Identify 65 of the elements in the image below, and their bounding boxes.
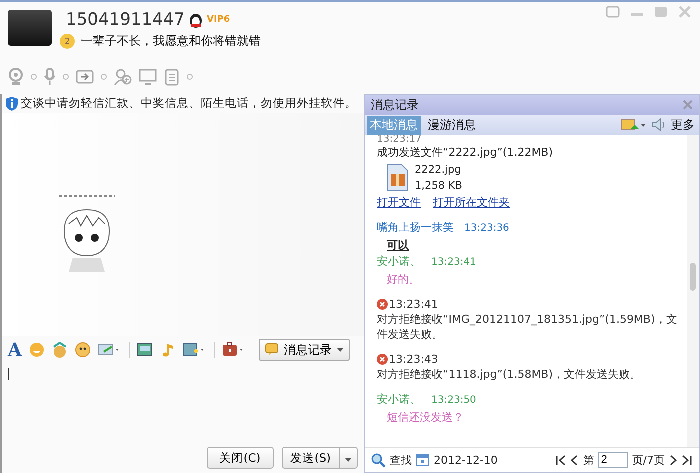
error-message: 对方拒绝接收“1118.jpg”(1.58MB)，文件发送失败。 — [377, 367, 642, 382]
error-time: 13:23:43 — [389, 352, 438, 367]
shake-icon[interactable] — [74, 342, 91, 358]
sender-line: 嘴角上扬一抹笑 13:23:36 — [377, 220, 510, 236]
skin-icon[interactable] — [606, 6, 620, 18]
add-contact-icon[interactable] — [114, 68, 132, 86]
error-time: 13:23:41 — [389, 297, 438, 312]
screen-share-icon[interactable] — [139, 69, 157, 85]
chat-bubble-icon — [264, 343, 279, 358]
avatar-photo — [8, 10, 52, 46]
file-size: 1,258 KB — [415, 179, 462, 194]
file-transfer-icon[interactable] — [76, 69, 94, 85]
search-icon[interactable] — [371, 452, 386, 468]
sender-line: 安小诺、 13:23:50 — [377, 392, 478, 408]
caret-icon — [345, 458, 352, 462]
speaker-icon[interactable] — [651, 117, 667, 133]
search-link[interactable]: 查找 — [390, 452, 412, 468]
security-notice: 交谈中请勿轻信汇款、中奖信息、陌生电话，勿使用外挂软件。 — [21, 96, 357, 111]
scrollbar[interactable] — [687, 135, 699, 447]
image-file-icon — [387, 164, 409, 192]
shield-icon — [6, 96, 18, 110]
error-message: 对方拒绝接收“IMG_20121107_181351.jpg”(1.59MB)，文件发送失败。 — [377, 312, 678, 342]
page-count: 页/7页 — [632, 452, 665, 468]
error-icon — [377, 354, 388, 365]
panel-title: 消息记录 — [371, 96, 419, 114]
maximize-icon[interactable] — [654, 6, 668, 18]
system-message: 成功发送文件“2222.jpg”(1.22MB) — [377, 145, 554, 160]
notepad-icon[interactable] — [164, 68, 180, 86]
next-page-icon[interactable] — [669, 454, 678, 466]
more-button[interactable]: 更多 — [671, 116, 695, 134]
last-page-icon[interactable] — [682, 454, 693, 466]
font-icon[interactable]: A — [8, 340, 22, 361]
export-icon[interactable] — [621, 117, 647, 133]
date-text[interactable]: 2012-12-10 — [434, 454, 498, 466]
dropdown-caret-icon — [336, 348, 344, 352]
page-label: 第 — [583, 452, 594, 468]
signature-text: 一辈子不长，我愿意和你将错就错 — [81, 33, 261, 50]
message-text: 好的。 — [386, 272, 421, 287]
history-tab[interactable]: 漫游消息 — [425, 116, 479, 134]
close-icon[interactable] — [683, 100, 693, 110]
file-name: 2222.jpg — [415, 163, 462, 178]
file-link[interactable]: 打开文件 — [377, 195, 421, 210]
first-page-icon[interactable] — [555, 454, 566, 466]
page-input-field[interactable]: 2 — [598, 452, 628, 468]
send-options-button[interactable] — [340, 447, 358, 470]
previous-page-icon[interactable] — [570, 454, 580, 466]
smiley-icon[interactable] — [28, 342, 45, 358]
calendar-icon[interactable] — [416, 453, 430, 467]
message-text: 可以 — [387, 239, 409, 252]
contact-name: 15041911447 — [66, 10, 185, 30]
send-button[interactable]: 发送(S) — [282, 447, 340, 470]
sender-line: 安小诺、 13:23:41 — [377, 254, 478, 270]
vip-label: VIP6 — [206, 15, 230, 25]
screenshot-icon[interactable] — [98, 342, 122, 358]
close-icon[interactable] — [678, 6, 692, 18]
message-text: 短信还没发送？ — [386, 410, 465, 425]
message-history-button[interactable]: 消息记录 — [258, 339, 350, 362]
file-link[interactable]: 打开所在文件夹 — [433, 195, 510, 210]
microphone-icon[interactable] — [44, 68, 56, 86]
toolbox-icon[interactable] — [222, 342, 246, 358]
picture-add-icon[interactable] — [182, 342, 207, 358]
error-icon — [377, 299, 388, 310]
webcam-icon[interactable] — [8, 68, 24, 86]
image-icon[interactable] — [136, 342, 153, 358]
close-button[interactable]: 关闭(C) — [206, 447, 274, 470]
